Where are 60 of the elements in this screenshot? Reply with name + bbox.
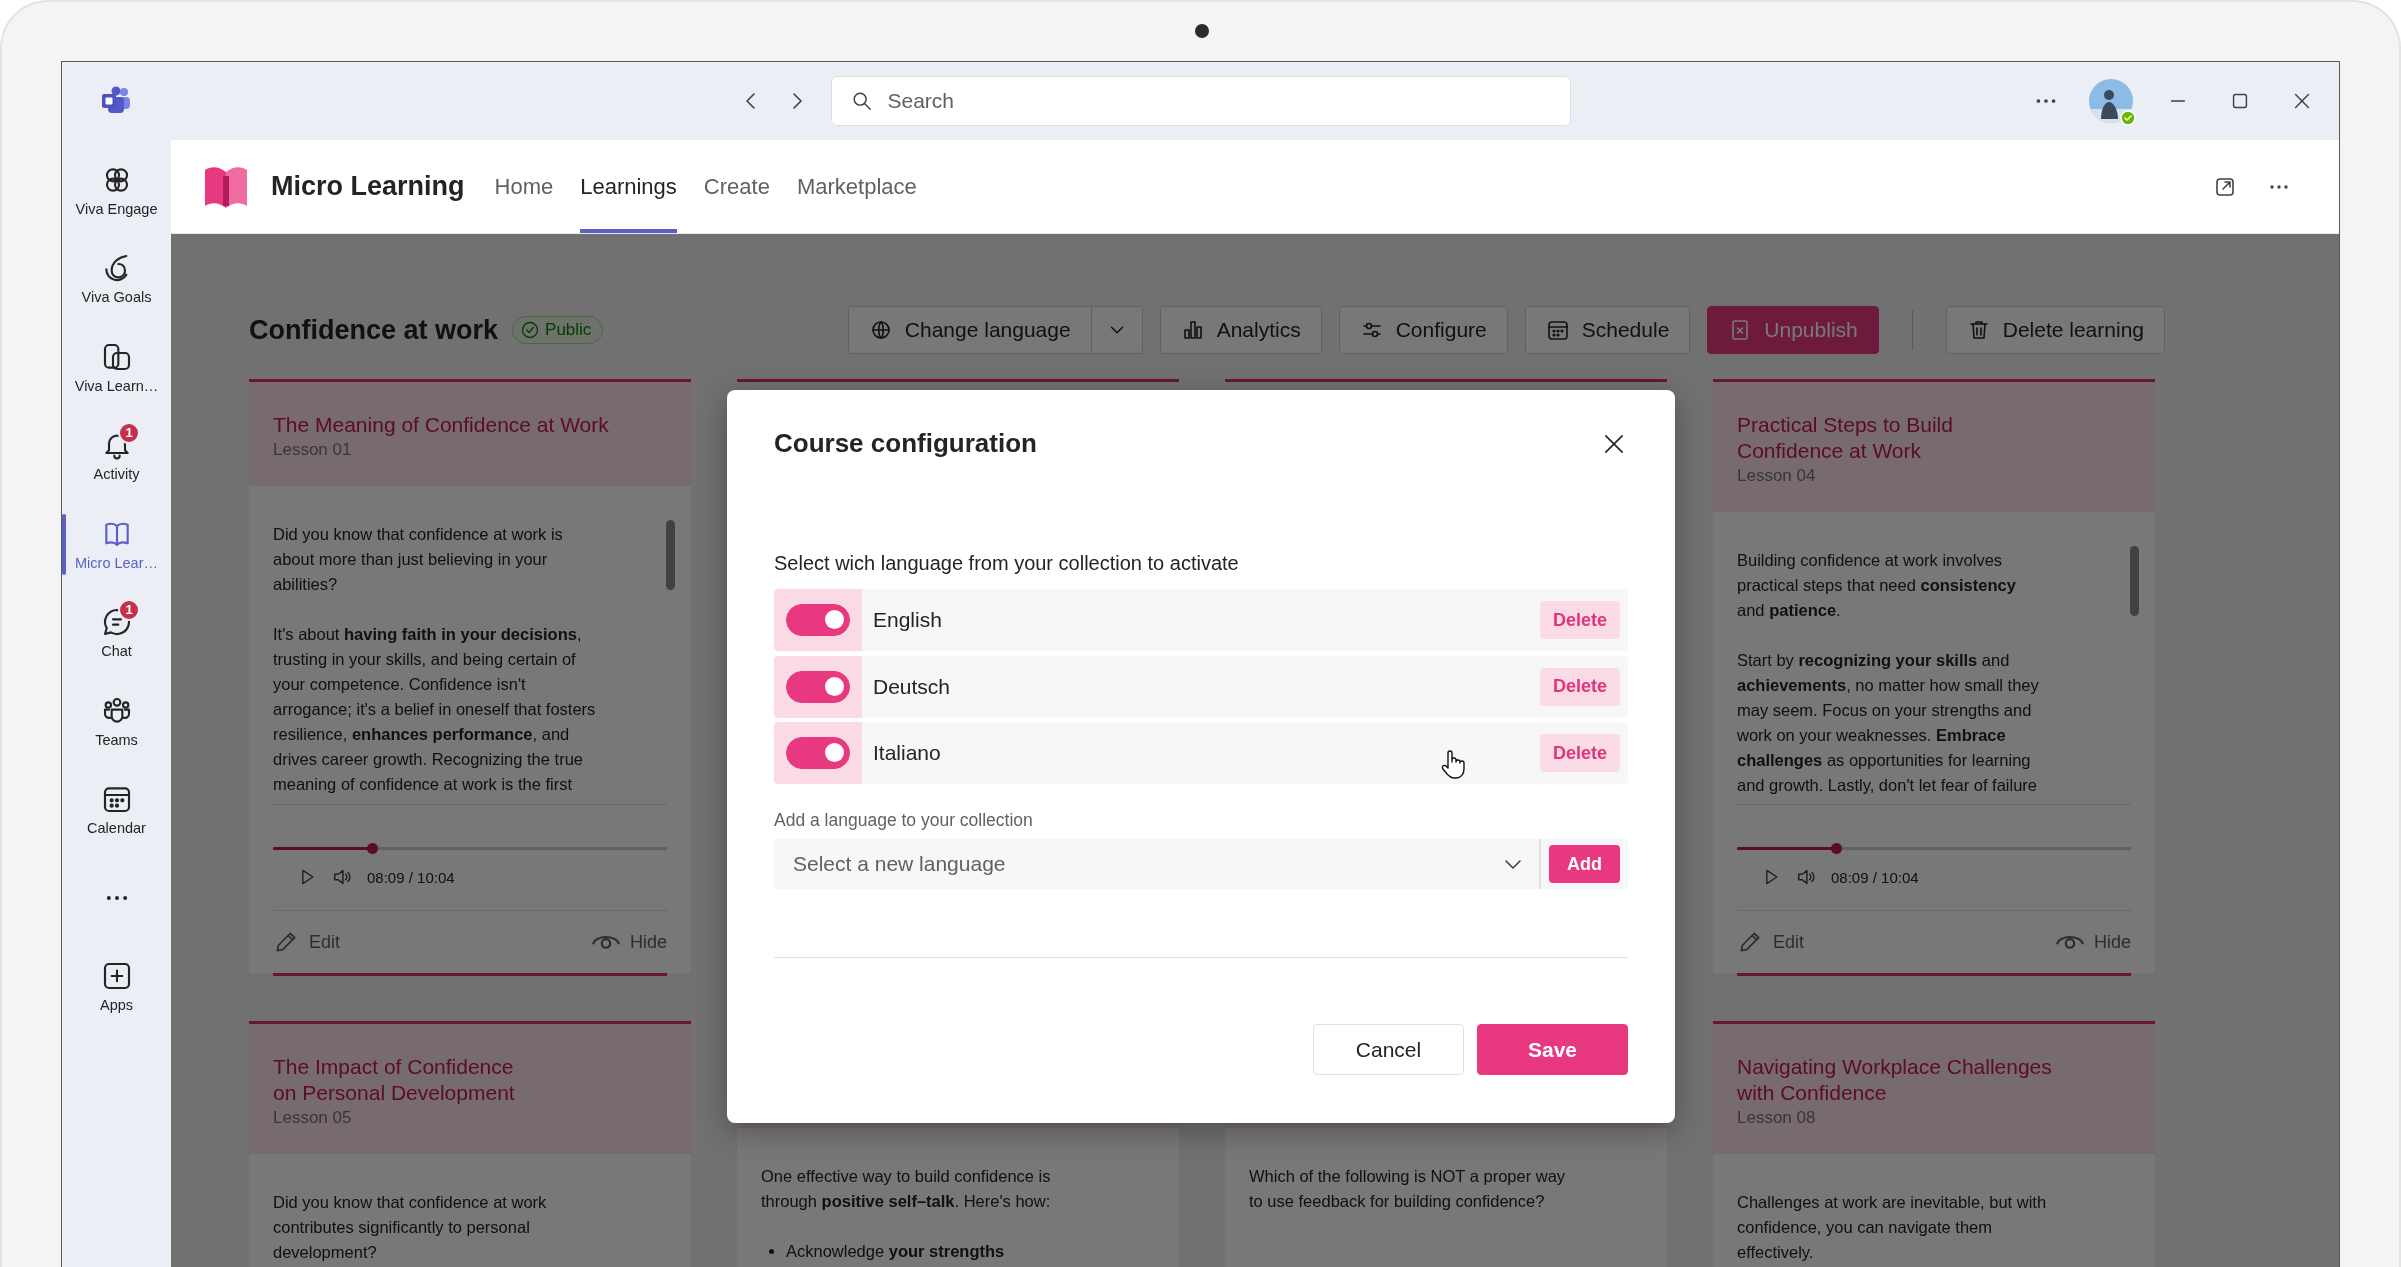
app-title: Micro Learning xyxy=(271,171,465,202)
nav-item[interactable]: Micro Lear… xyxy=(62,500,171,589)
lesson-text: Did you know that confidence at work contributes significantly to personal development? xyxy=(273,1192,548,1263)
nav-item[interactable]: Activity 1 xyxy=(62,411,171,500)
language-name: Italiano xyxy=(873,741,941,765)
hide-button[interactable]: Hide xyxy=(591,931,667,953)
configure-button[interactable]: Configure xyxy=(1338,306,1508,354)
edit-button[interactable]: Edit xyxy=(1737,929,1805,955)
unpublish-button[interactable]: Unpublish xyxy=(1707,306,1879,354)
schedule-button[interactable]: Schedule xyxy=(1524,306,1691,354)
lesson-text: Did you know that confidence at work is about more than just believing in your abilities? xyxy=(273,524,564,595)
language-dropdown[interactable]: Select a new language xyxy=(774,839,1541,889)
lesson-title: Navigating Workplace Challenges with Confidence xyxy=(1737,1054,2053,1106)
time-text: 08:09 / 10:04 xyxy=(1831,868,1919,886)
notification-badge: 1 xyxy=(118,421,140,444)
lesson-text: One effective way to build confidence is through positive self–talk. Here's how: xyxy=(761,1166,1052,1212)
notification-badge: 1 xyxy=(118,598,140,621)
nav-item[interactable]: Viva Engage xyxy=(62,146,171,235)
lesson-number: Lesson 05 xyxy=(273,1107,353,1129)
lesson-title: Practical Steps to Build Confidence at Work xyxy=(1737,412,1954,464)
lesson-number: Lesson 08 xyxy=(1737,1107,1817,1129)
delete-button[interactable]: Delete xyxy=(1539,734,1620,772)
lesson-number: Lesson 04 xyxy=(1737,465,1817,487)
add-button[interactable]: Add xyxy=(1549,845,1620,883)
search-field[interactable]: Search xyxy=(830,76,1571,126)
status-text: Public xyxy=(545,320,592,340)
lesson-title: The Meaning of Confidence at Work xyxy=(273,412,610,438)
analytics-button[interactable]: Analytics xyxy=(1159,306,1322,354)
save-button[interactable]: Save xyxy=(1477,1024,1628,1075)
lesson-text: Acknowledge your strengths xyxy=(786,1241,1005,1262)
lesson-text: Building confidence at work involves practical steps that need consistency and patience. xyxy=(1737,550,2017,621)
change-language-button[interactable]: Change language xyxy=(847,306,1092,354)
lesson-title: The Impact of Confidence on Personal Development xyxy=(273,1054,516,1106)
nav-item[interactable]: Calendar xyxy=(62,765,171,854)
learning-title: Confidence at work xyxy=(249,314,499,346)
time-text: 08:09 / 10:04 xyxy=(367,868,455,886)
lesson-text: Challenges at work are inevitable, but with confidence, you can navigate them effectively. xyxy=(1737,1192,2048,1263)
delete-button[interactable]: Delete xyxy=(1539,667,1620,706)
lesson-text: Which of the following is NOT a proper way to use feedback for building confidence? xyxy=(1249,1166,1567,1212)
dialog-title: Course configuration xyxy=(774,428,1037,459)
delete-learning-button[interactable]: Delete learning xyxy=(1945,306,2165,354)
hide-button[interactable]: Hide xyxy=(2055,931,2131,953)
nav-item[interactable]: Viva Goals xyxy=(62,234,171,323)
nav-item[interactable]: Viva Learn… xyxy=(62,323,171,412)
dialog-prompt: Select wich language from your collection to activate xyxy=(774,552,1240,575)
lesson-text: It's about having faith in your decisions, trusting in your skills, and being certain of your competence. Confidence isn't arrogance; it's a belief in oneself that fosters resilience, enhances performance, and drives career growth. Recognizing the true meaning of confidence at work is the first xyxy=(273,624,597,795)
nav-tab[interactable]: Home xyxy=(494,140,554,233)
field-label: Add a language to your collection xyxy=(774,810,1034,831)
language-name: English xyxy=(873,608,942,632)
delete-button[interactable]: Delete xyxy=(1539,601,1620,639)
edit-button[interactable]: Edit xyxy=(273,929,341,955)
nav-item[interactable]: Chat 1 xyxy=(62,588,171,677)
nav-tab[interactable]: Create xyxy=(703,140,770,233)
nav-tab[interactable]: Marketplace xyxy=(796,140,917,233)
language-name: Deutsch xyxy=(873,674,951,699)
nav-item[interactable]: Teams xyxy=(62,677,171,766)
nav-item[interactable]: Apps xyxy=(62,942,171,1031)
lesson-text: Start by recognizing your skills and achievements, no matter how small they may seem. Focus on your strengths and work on your weaknesses. Embrace challenges as opportunities for learning and growth. Lastly, don't let fear of failure xyxy=(1737,650,2040,796)
cancel-button[interactable]: Cancel xyxy=(1313,1024,1464,1075)
lesson-number: Lesson 01 xyxy=(273,439,353,461)
